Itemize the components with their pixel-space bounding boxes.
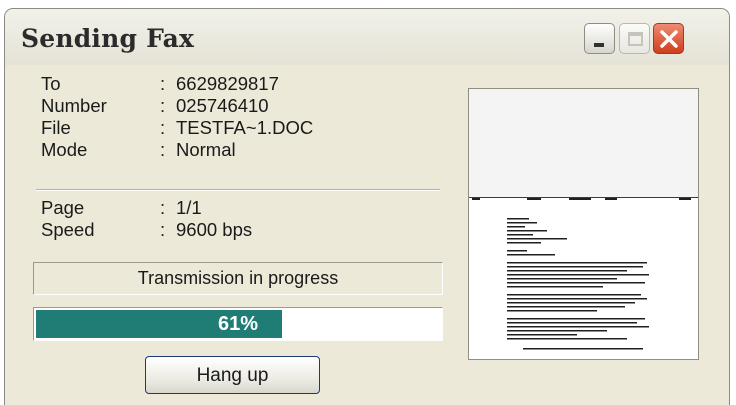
mode-separator: :	[160, 139, 166, 160]
dialog-body: To : 6629829817 Number : 025746410 File …	[5, 65, 729, 405]
close-icon	[660, 30, 678, 48]
info-row-file: File : TESTFA~1.DOC	[41, 117, 461, 139]
file-value: TESTFA~1.DOC	[176, 117, 314, 138]
info-row-number: Number : 025746410	[41, 95, 461, 117]
speed-label: Speed	[41, 219, 95, 240]
speed-value: 9600 bps	[176, 219, 253, 240]
mode-label: Mode	[41, 139, 88, 160]
minimize-icon	[594, 43, 604, 47]
document-thumbnail-icon	[472, 198, 691, 350]
file-label: File	[41, 117, 71, 138]
progress-percent: 61%	[217, 313, 259, 335]
info-row-to: To : 6629829817	[41, 73, 461, 95]
page-label: Page	[41, 197, 85, 218]
window-title: Sending Fax	[21, 24, 195, 53]
info-row-mode: Mode : Normal	[41, 139, 461, 161]
to-value: 6629829817	[176, 73, 279, 94]
fax-page-preview	[468, 88, 699, 360]
number-value: 025746410	[176, 95, 269, 116]
number-separator: :	[160, 95, 166, 116]
sending-fax-window: Sending Fax To : 6629829817 Number: 025…	[4, 8, 730, 405]
status-panel: Transmission in progress	[33, 262, 443, 295]
speed-separator: :	[160, 219, 166, 240]
preview-header-area	[469, 89, 698, 198]
close-button[interactable]	[653, 23, 684, 54]
to-separator: :	[160, 73, 166, 94]
section-divider	[36, 189, 440, 191]
progress-track: 61%	[36, 310, 440, 338]
to-label: To	[41, 73, 61, 94]
title-bar[interactable]: Sending Fax	[5, 9, 729, 65]
status-text: Transmission in progress	[137, 268, 339, 288]
progress-bar: 61%	[33, 307, 443, 341]
page-value: 1/1	[176, 197, 202, 218]
page-separator: :	[160, 197, 166, 218]
mode-value: Normal	[176, 139, 236, 160]
hang-up-button[interactable]: Hang up	[145, 356, 320, 394]
maximize-button[interactable]	[619, 23, 650, 54]
fax-page-thumbnail	[469, 198, 698, 359]
file-separator: :	[160, 117, 166, 138]
info-row-page: Page : 1/1	[41, 197, 461, 219]
minimize-button[interactable]	[584, 23, 615, 54]
number-label: Number	[41, 95, 107, 116]
info-row-speed: Speed : 9600 bps	[41, 219, 461, 241]
maximize-icon	[628, 32, 643, 46]
